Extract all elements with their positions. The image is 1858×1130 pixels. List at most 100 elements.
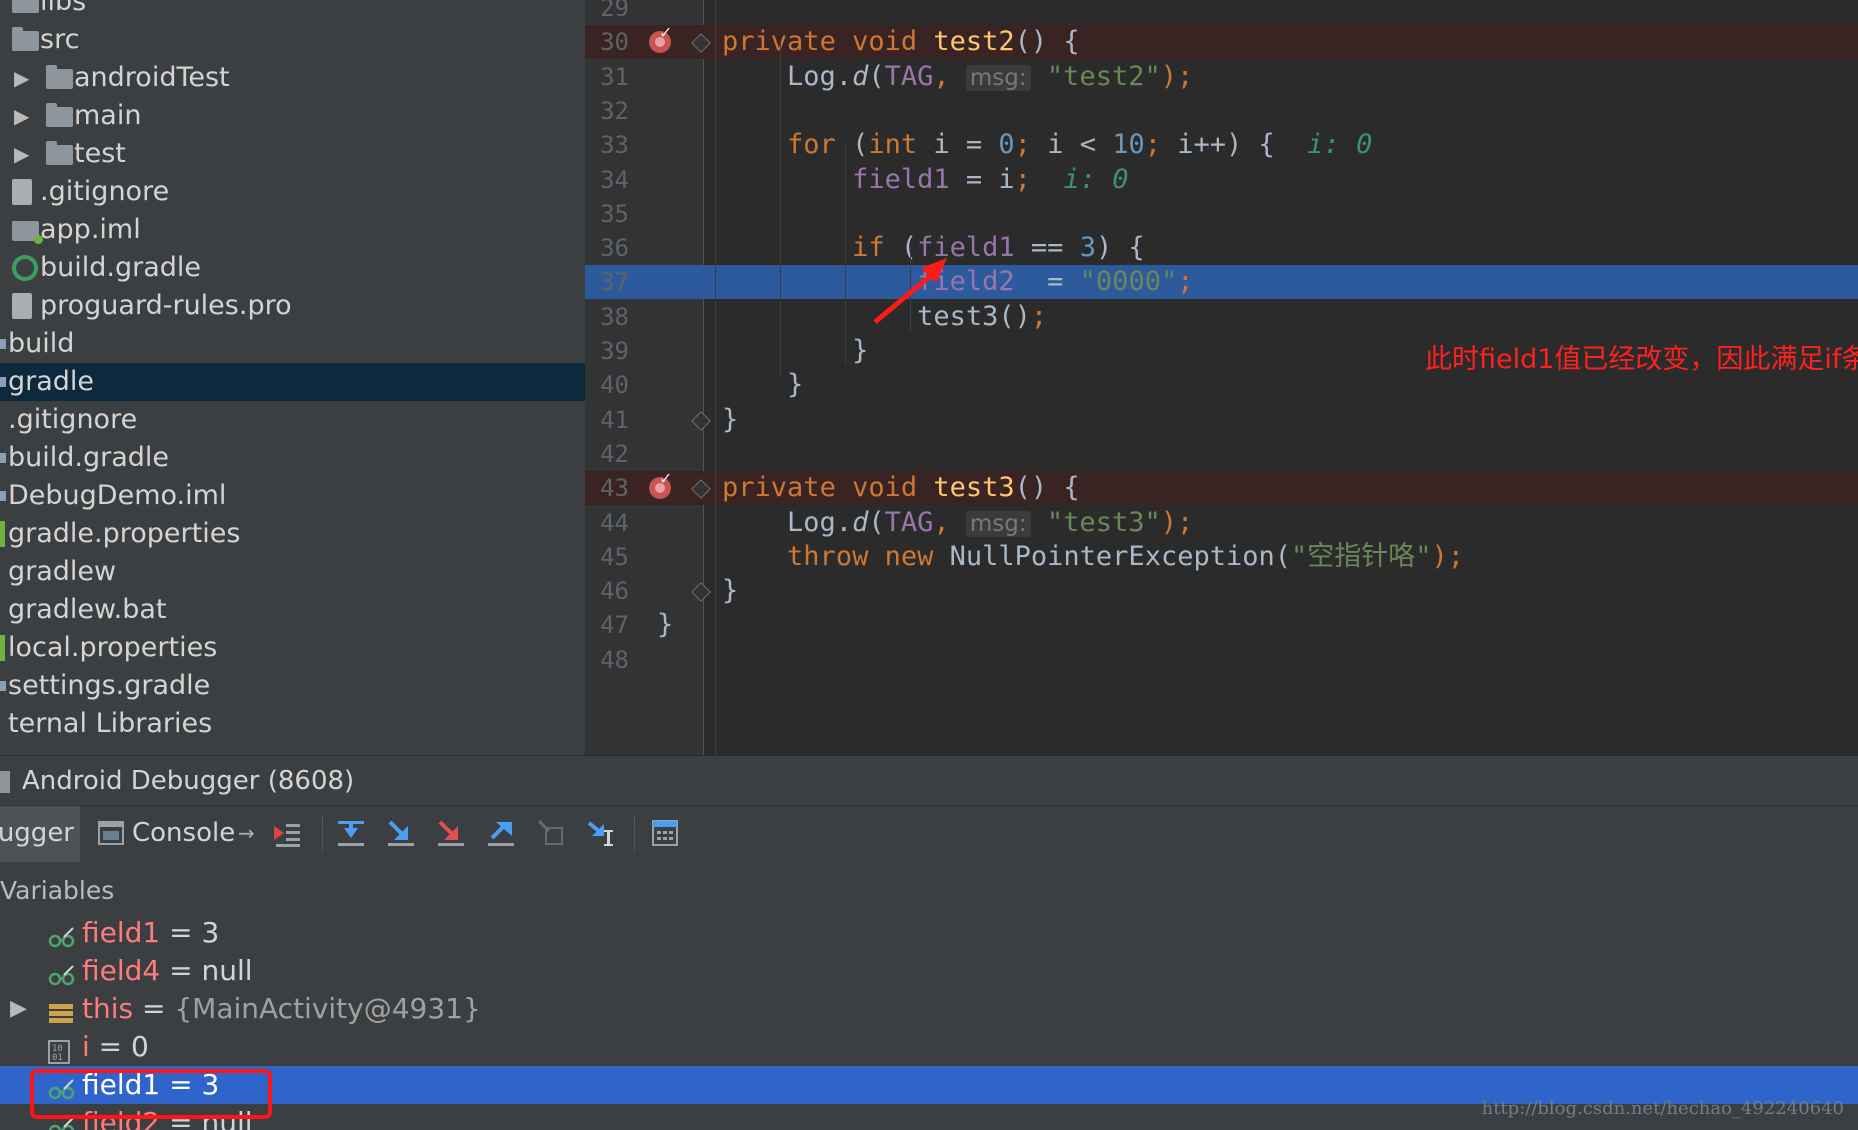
expand-arrow-icon[interactable]: ▶ [14, 97, 32, 135]
tree-item[interactable]: gradlew.bat [0, 591, 585, 629]
tree-item[interactable]: local.properties [0, 629, 585, 667]
toolbar-separator [322, 816, 324, 852]
variable-text: i = 0 [82, 1028, 149, 1066]
tree-item[interactable]: gradle [0, 363, 585, 401]
tree-item-label: proguard-rules.pro [40, 290, 292, 321]
tab-debugger-label: ugger [0, 818, 74, 848]
variable-object-ref: {MainActivity@4931} [174, 992, 481, 1025]
tree-item-label: build.gradle [40, 252, 202, 283]
tree-item-label: .gitignore [8, 404, 138, 435]
tree-item-label: androidTest [74, 62, 230, 93]
tree-item[interactable]: .gitignore [0, 173, 585, 211]
tree-item[interactable]: build.gradle [0, 439, 585, 477]
run-to-cursor-button[interactable] [586, 818, 616, 848]
watermark: http://blog.csdn.net/hechao_492240640 [1481, 1098, 1844, 1119]
folder-icon [12, 0, 39, 13]
tree-item[interactable]: ▶ test [0, 135, 585, 173]
project-tree-panel: libs src ▶ androidTest ▶ main ▶ test .gitignore a… [0, 0, 585, 755]
calculator-icon [652, 820, 678, 846]
file-icon [12, 179, 32, 205]
variable-row[interactable]: 10 01 i = 0 [0, 1028, 1858, 1066]
tree-item[interactable]: settings.gradle [0, 667, 585, 705]
bar-icon [0, 521, 5, 547]
tree-item[interactable]: proguard-rules.pro [0, 287, 585, 325]
tree-item-label: src [40, 24, 80, 55]
tiny-icon [0, 377, 6, 387]
step-into-icon [388, 820, 414, 846]
pin-icon[interactable]: → [238, 806, 255, 860]
debugger-toolbar: ugger Console → [0, 805, 1858, 863]
tree-item[interactable]: app.iml [0, 211, 585, 249]
tree-item[interactable]: gradlew [0, 553, 585, 591]
step-over-button[interactable] [336, 818, 366, 848]
project-tree: libs src ▶ androidTest ▶ main ▶ test .gitignore a… [0, 0, 585, 743]
code-editor[interactable]: 2930 private void test2() {31 Log.d(TAG,… [585, 0, 1858, 755]
debugger-icon [0, 771, 10, 793]
force-step-into-icon [438, 820, 464, 846]
iml-icon [12, 221, 43, 244]
expand-arrow-icon[interactable]: ▶ [14, 59, 32, 97]
show-execution-point-button[interactable] [272, 818, 302, 848]
drop-frame-button[interactable] [536, 818, 566, 848]
expand-arrow-icon[interactable]: ▶ [10, 990, 27, 1028]
variable-name: field1 [82, 920, 161, 949]
run-to-cursor-icon [587, 821, 613, 846]
annotation-arrow [873, 258, 947, 324]
object-icon [48, 998, 74, 1023]
tree-item-label: gradlew [8, 556, 117, 587]
variable-text: field4 = null [82, 952, 253, 990]
step-into-button[interactable] [386, 818, 416, 848]
folder-icon [12, 27, 39, 51]
tiny-icon [0, 453, 6, 463]
tree-item[interactable]: src [0, 21, 585, 59]
tiny-icon [0, 491, 6, 501]
tree-item[interactable]: ternal Libraries [0, 705, 585, 743]
tree-item[interactable]: .gitignore [0, 401, 585, 439]
step-out-button[interactable] [486, 818, 516, 848]
file-icon [12, 293, 32, 319]
watch-icon [48, 960, 75, 986]
folder-icon [46, 141, 73, 165]
tree-item-label: gradle [8, 366, 95, 397]
tree-item-label: gradle.properties [8, 518, 241, 549]
force-step-into-button[interactable] [436, 818, 466, 848]
show-execution-point-icon [274, 824, 300, 847]
step-out-icon [488, 822, 514, 846]
variable-row[interactable]: ▶ this = {MainActivity@4931} [0, 990, 1858, 1028]
watch-icon [48, 922, 75, 948]
toolbar-separator [634, 816, 636, 852]
highlight-box [30, 1069, 272, 1119]
tree-item-label: libs [40, 0, 87, 17]
gradle-icon [12, 255, 38, 281]
annotation-text: 此时field1值已经改变，因此满足if条件，而i==0 [1425, 344, 1858, 375]
tree-item[interactable]: ▶ androidTest [0, 59, 585, 97]
debugger-title-bar: Android Debugger (8608) [0, 755, 1858, 806]
folder-icon [46, 65, 73, 89]
evaluate-expression-button[interactable] [650, 818, 680, 848]
tree-item[interactable]: libs [0, 0, 585, 21]
tree-item-label: settings.gradle [8, 670, 211, 701]
tree-item-label: DebugDemo.iml [8, 480, 227, 511]
tab-debugger[interactable]: ugger [0, 806, 80, 862]
console-icon [98, 821, 124, 845]
tree-item[interactable]: build [0, 325, 585, 363]
tree-item[interactable]: build.gradle [0, 249, 585, 287]
tiny-icon [0, 339, 6, 349]
svg-text:01: 01 [52, 1053, 63, 1063]
tree-item[interactable]: DebugDemo.iml [0, 477, 585, 515]
variable-row[interactable]: field4 = null [0, 952, 1858, 990]
tree-item-label: build.gradle [8, 442, 170, 473]
expand-arrow-icon[interactable]: ▶ [14, 135, 32, 173]
tree-item[interactable]: gradle.properties [0, 515, 585, 553]
tree-item[interactable]: ▶ main [0, 97, 585, 135]
tree-item-label: test [74, 138, 126, 169]
variable-row[interactable]: field1 = 3 [0, 920, 1858, 952]
variable-name: field4 [82, 954, 161, 987]
drop-frame-icon [537, 819, 563, 845]
tree-item-label: .gitignore [40, 176, 170, 207]
tree-item-label: ternal Libraries [8, 708, 213, 739]
primitive-icon: 10 01 [48, 1036, 74, 1064]
variable-name: i [82, 1030, 90, 1063]
variable-text: field1 = 3 [82, 920, 219, 952]
folder-icon [46, 103, 73, 127]
